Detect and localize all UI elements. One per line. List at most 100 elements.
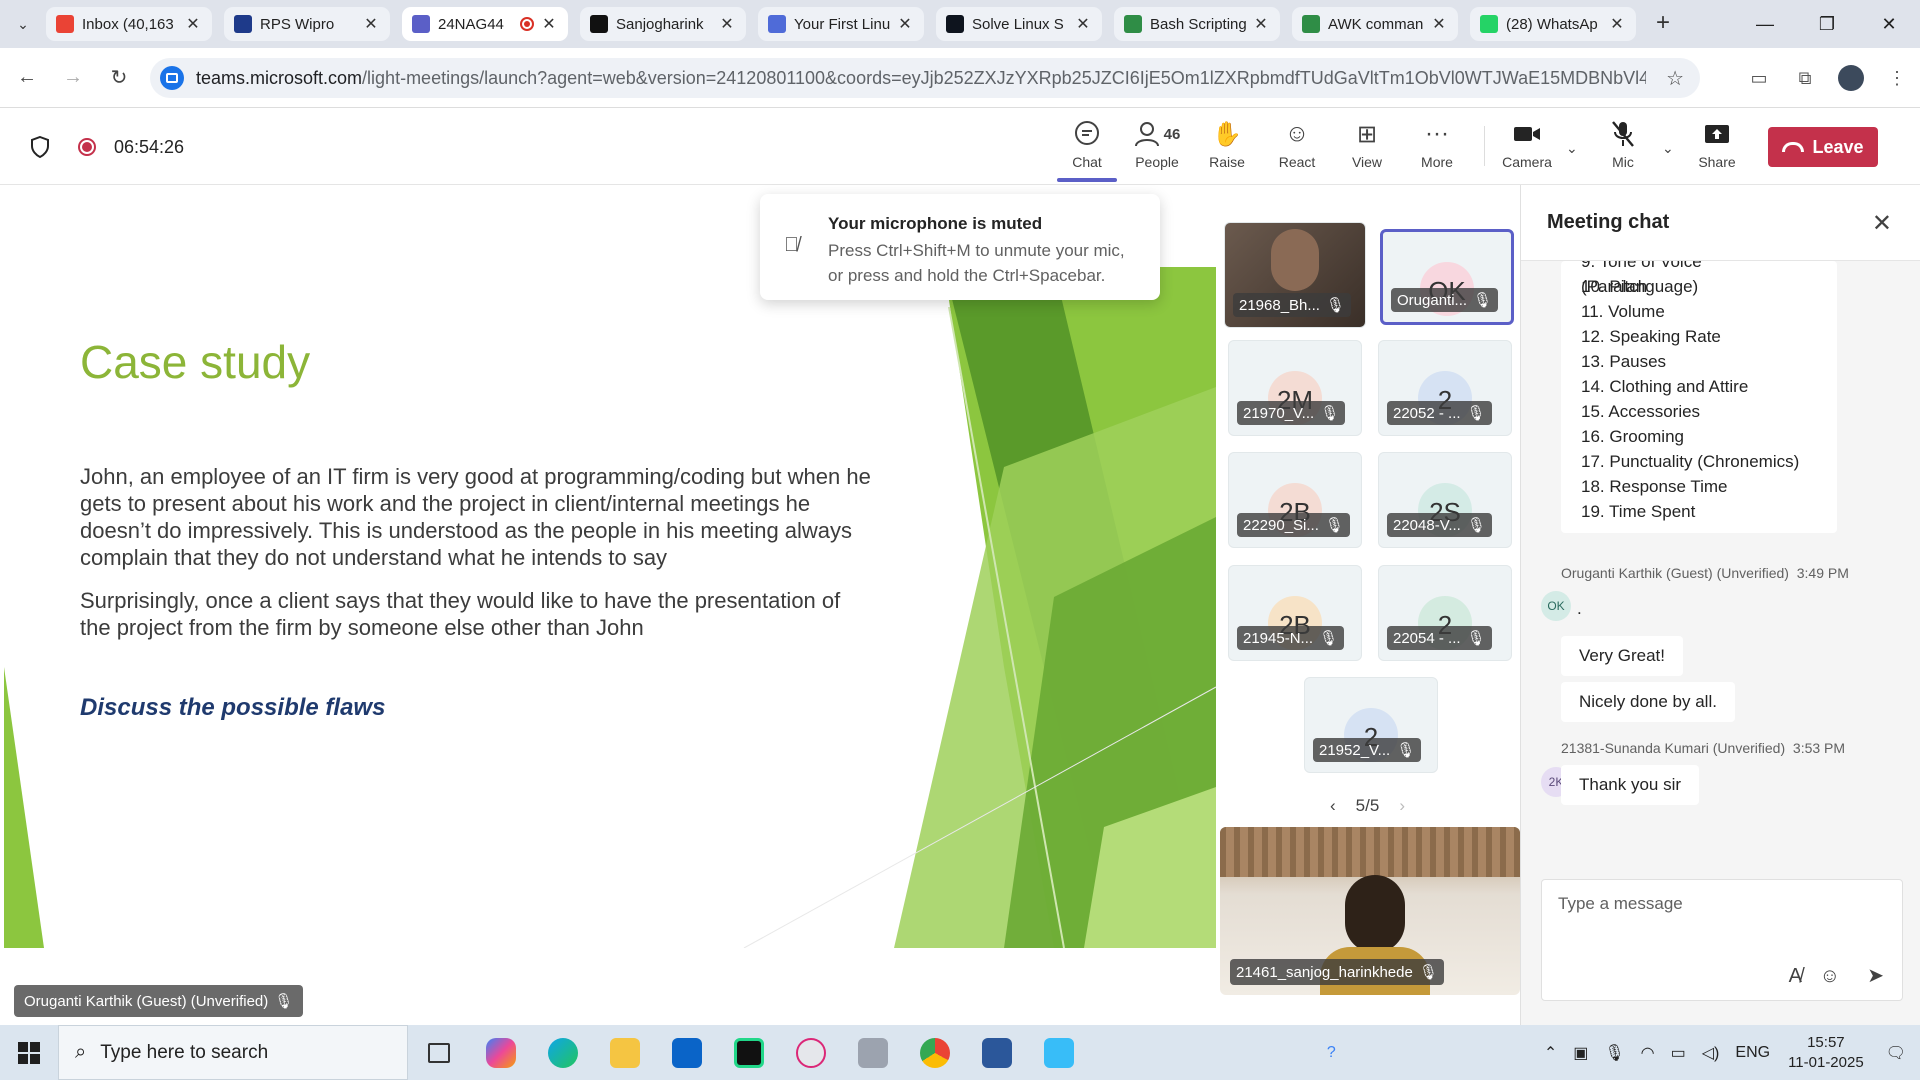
virtualbox-icon[interactable] — [842, 1025, 904, 1080]
people-button[interactable]: 46 People — [1122, 118, 1192, 178]
clock[interactable]: 15:57 11-01-2025 — [1788, 1033, 1864, 1073]
microphone-icon[interactable]: 🎙 — [1604, 1043, 1624, 1063]
next-page-icon[interactable]: › — [1399, 796, 1405, 816]
close-tab-icon[interactable]: ✕ — [540, 14, 558, 34]
message-composer[interactable]: Type a message A̸ ☺ ➤ — [1541, 879, 1903, 1001]
volume-icon[interactable]: ◁) — [1702, 1043, 1720, 1063]
close-tab-icon[interactable]: ✕ — [1430, 14, 1448, 34]
file-explorer-icon[interactable] — [594, 1025, 656, 1080]
mic-off-icon: 🎙 — [1466, 630, 1486, 647]
tab-title: Bash Scripting — [1150, 15, 1247, 33]
minimize-icon[interactable]: — — [1734, 0, 1796, 48]
browser-tab[interactable]: Your First Linu ✕ — [758, 7, 924, 41]
self-video[interactable]: 21461_sanjog_harinkhede 🎙 — [1220, 827, 1520, 995]
close-icon[interactable]: ✕ — [1872, 209, 1892, 238]
extensions-icon[interactable]: ⧉ — [1782, 68, 1828, 89]
profile-avatar[interactable] — [1828, 65, 1874, 91]
camera-button[interactable]: Camera — [1492, 118, 1562, 178]
more-dots-icon: ··· — [1425, 120, 1449, 147]
chat-button[interactable]: Chat — [1052, 118, 1122, 178]
notifications-icon[interactable]: 🗨 — [1886, 1043, 1906, 1063]
tab-title: RPS Wipro — [260, 15, 335, 33]
snipping-tool-icon[interactable] — [780, 1025, 842, 1080]
camera-options-chevron-icon[interactable]: ⌄ — [1566, 140, 1578, 157]
reload-button[interactable]: ↻ — [100, 59, 138, 97]
battery-icon[interactable]: ▭ — [1671, 1043, 1686, 1063]
browser-tab[interactable]: 24NAG44 ✕ — [402, 7, 568, 41]
word-icon[interactable] — [966, 1025, 1028, 1080]
meet-now-icon[interactable]: ▣ — [1573, 1043, 1588, 1063]
format-icon[interactable]: A̸ — [1789, 965, 1802, 988]
browser-menu-icon[interactable]: ⋮ — [1874, 68, 1920, 89]
presenter-name: Oruganti Karthik (Guest) (Unverified) — [24, 992, 269, 1010]
language-indicator[interactable]: ENG — [1735, 1044, 1770, 1062]
pycharm-icon[interactable] — [718, 1025, 780, 1080]
leave-button[interactable]: Leave — [1768, 127, 1878, 167]
edge-icon[interactable] — [532, 1025, 594, 1080]
weather-icon[interactable]: ? — [1327, 1044, 1336, 1062]
mic-button[interactable]: Mic — [1588, 118, 1658, 178]
participant-tile[interactable]: 2 21952_V... 🎙 — [1304, 677, 1438, 773]
raise-hand-button[interactable]: ✋ Raise — [1192, 118, 1262, 178]
mic-off-icon: 🎙̸ — [784, 234, 799, 256]
close-tab-icon[interactable]: ✕ — [896, 14, 914, 34]
close-tab-icon[interactable]: ✕ — [1608, 14, 1626, 34]
close-window-icon[interactable]: ✕ — [1858, 0, 1920, 48]
mic-off-icon: 🎙 — [1320, 405, 1340, 422]
share-button[interactable]: Share — [1682, 118, 1752, 178]
participant-tile[interactable]: 21968_Bh... 🎙 — [1224, 222, 1366, 328]
view-button[interactable]: ⊞ View — [1332, 118, 1402, 178]
emoji-icon[interactable]: ☺ — [1820, 965, 1840, 988]
chrome-icon[interactable] — [904, 1025, 966, 1080]
taskbar-search[interactable]: ⌕ Type here to search — [58, 1025, 408, 1080]
participant-tile[interactable]: 2 22054 - ... 🎙 — [1378, 565, 1512, 661]
browser-tab[interactable]: Bash Scripting ✕ — [1114, 7, 1280, 41]
tab-search-chevron-icon[interactable]: ⌄ — [0, 0, 46, 48]
browser-tab[interactable]: Sanjogharink ✕ — [580, 7, 746, 41]
site-info-icon[interactable] — [160, 66, 184, 90]
meeting-toolbar: 06:54:26 Chat 46 People ✋ Raise ☺ React … — [0, 108, 1920, 185]
task-view-icon[interactable] — [408, 1025, 470, 1080]
close-tab-icon[interactable]: ✕ — [362, 14, 380, 34]
tab-title: Your First Linu — [794, 15, 891, 33]
windows-start-icon[interactable] — [0, 1025, 58, 1080]
participant-tile[interactable]: 2S 22048-V... 🎙 — [1378, 452, 1512, 548]
url-text[interactable]: teams.microsoft.com/light-meetings/launc… — [196, 68, 1646, 89]
install-app-icon[interactable]: ▭ — [1736, 68, 1782, 89]
close-tab-icon[interactable]: ✕ — [1074, 14, 1092, 34]
clock-date: 11-01-2025 — [1788, 1053, 1864, 1071]
participant-tile[interactable]: OKOruganti... 🎙 — [1380, 229, 1514, 325]
shield-icon[interactable] — [30, 136, 50, 158]
chat-title: Meeting chat — [1547, 211, 1670, 233]
browser-tab[interactable]: (28) WhatsAp ✕ — [1470, 7, 1636, 41]
browser-tab[interactable]: Inbox (40,163 ✕ — [46, 7, 212, 41]
new-tab-button[interactable]: + — [1648, 9, 1678, 39]
participant-tile[interactable]: 2 22052 - ... 🎙 — [1378, 340, 1512, 436]
wifi-icon[interactable]: ◠ — [1641, 1043, 1655, 1063]
participant-tile[interactable]: 2B 21945-N... 🎙 — [1228, 565, 1362, 661]
camera-label: Camera — [1502, 154, 1552, 170]
back-button[interactable]: ← — [8, 59, 46, 97]
bookmark-star-icon[interactable]: ☆ — [1666, 66, 1684, 91]
browser-tab[interactable]: Solve Linux S ✕ — [936, 7, 1102, 41]
copilot-icon[interactable] — [470, 1025, 532, 1080]
react-button[interactable]: ☺ React — [1262, 118, 1332, 178]
browser-tab[interactable]: AWK comman ✕ — [1292, 7, 1458, 41]
teams-icon — [412, 15, 430, 33]
url-bar[interactable]: teams.microsoft.com/light-meetings/launc… — [150, 58, 1700, 98]
more-button[interactable]: ··· More — [1402, 118, 1472, 178]
show-hidden-icons-chevron-icon[interactable]: ⌃ — [1544, 1043, 1557, 1063]
close-tab-icon[interactable]: ✕ — [1252, 14, 1270, 34]
close-tab-icon[interactable]: ✕ — [184, 14, 202, 34]
photos-icon[interactable] — [1028, 1025, 1090, 1080]
participant-tile[interactable]: 2M 21970_V... 🎙 — [1228, 340, 1362, 436]
forward-button[interactable]: → — [54, 59, 92, 97]
close-tab-icon[interactable]: ✕ — [718, 14, 736, 34]
prev-page-icon[interactable]: ‹ — [1330, 796, 1336, 816]
browser-tab[interactable]: RPS Wipro ✕ — [224, 7, 390, 41]
mic-options-chevron-icon[interactable]: ⌄ — [1662, 140, 1674, 157]
send-icon[interactable]: ➤ — [1867, 963, 1884, 988]
restore-icon[interactable]: ❐ — [1796, 0, 1858, 48]
participant-tile[interactable]: 2B 22290_Si... 🎙 — [1228, 452, 1362, 548]
outlook-icon[interactable] — [656, 1025, 718, 1080]
